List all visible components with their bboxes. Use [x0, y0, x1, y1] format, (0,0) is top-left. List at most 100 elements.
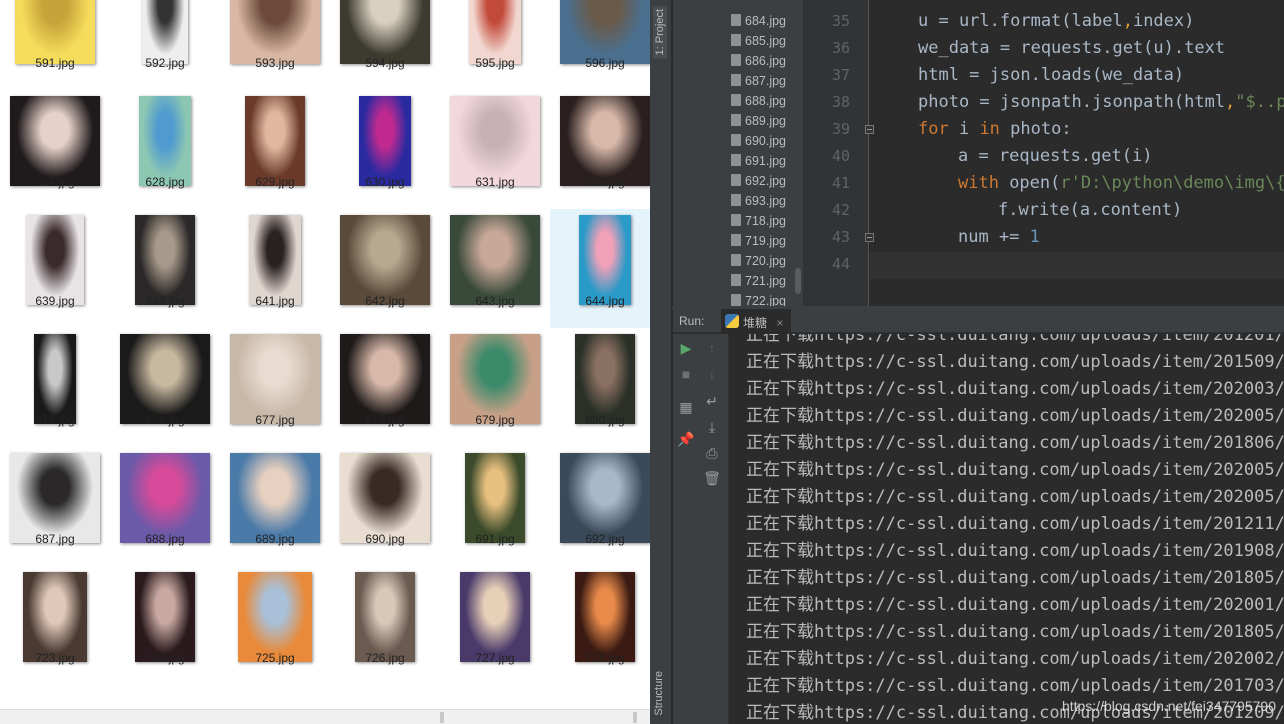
file-item[interactable]: 642.jpg	[330, 209, 440, 328]
fold-marker-icon[interactable]	[865, 125, 874, 134]
stop-icon[interactable]: ■	[677, 365, 695, 383]
project-file-item[interactable]: 688.jpg	[731, 91, 786, 111]
project-file-item[interactable]: 687.jpg	[731, 71, 786, 91]
code-line-35: u = url.format(label,index)	[918, 11, 1195, 31]
run-console-output[interactable]: 正在下载https://c-ssl.duitang.com/uploads/it…	[730, 334, 1284, 724]
run-config-tab[interactable]: 堆糖 ×	[721, 309, 792, 333]
file-item[interactable]: 678.jpg	[330, 328, 440, 447]
file-item[interactable]: 631.jpg	[440, 90, 550, 209]
arrow-down-icon[interactable]: ↓	[703, 365, 721, 383]
scrollbar-grip[interactable]	[440, 712, 444, 723]
image-thumbnail	[135, 572, 195, 662]
file-item[interactable]: 687.jpg	[0, 447, 110, 566]
file-name: 631.jpg	[475, 175, 515, 189]
project-file-item[interactable]: 689.jpg	[731, 111, 786, 131]
scroll-to-end-icon[interactable]: ⤓	[703, 418, 721, 436]
image-thumbnail	[340, 453, 430, 543]
file-item[interactable]: 690.jpg	[330, 447, 440, 566]
file-item[interactable]: 639.jpg	[0, 209, 110, 328]
file-item[interactable]: 628.jpg	[110, 90, 220, 209]
project-file-item[interactable]: 720.jpg	[731, 251, 786, 271]
file-item[interactable]: 725.jpg	[220, 566, 330, 685]
file-item[interactable]: 723.jpg	[0, 566, 110, 685]
close-icon[interactable]: ×	[776, 316, 783, 330]
project-file-item[interactable]: 693.jpg	[731, 191, 786, 211]
file-item[interactable]: 724.jpg	[110, 566, 220, 685]
image-thumbnail	[120, 453, 210, 543]
project-file-item[interactable]: 686.jpg	[731, 51, 786, 71]
project-file-item[interactable]: 685.jpg	[731, 31, 786, 51]
image-thumbnail	[560, 0, 650, 64]
line-number: 43	[831, 228, 850, 246]
project-file-item[interactable]: 718.jpg	[731, 211, 786, 231]
file-item[interactable]: 632.jpg	[550, 90, 650, 209]
file-item[interactable]: 593.jpg	[220, 0, 330, 90]
file-item[interactable]: 644.jpg	[550, 209, 650, 328]
image-thumbnail	[142, 0, 188, 64]
image-file-icon	[731, 14, 741, 26]
trash-icon[interactable]: 🗑	[703, 469, 721, 487]
project-file-item[interactable]: 684.jpg	[731, 11, 786, 31]
file-item[interactable]: 594.jpg	[330, 0, 440, 90]
project-scrollbar[interactable]	[795, 268, 801, 294]
file-item[interactable]: 641.jpg	[220, 209, 330, 328]
explorer-scrollbar[interactable]	[0, 709, 650, 724]
project-file-item[interactable]: 721.jpg	[731, 271, 786, 291]
file-item[interactable]: 727.jpg	[440, 566, 550, 685]
code-line-36: we_data = requests.get(u).text	[918, 38, 1226, 58]
file-item[interactable]: 688.jpg	[110, 447, 220, 566]
code-editor[interactable]: 35 36 37 38 39 40 41 42 43 44 u = url.format(labe…	[803, 0, 1284, 306]
file-item[interactable]: 595.jpg	[440, 0, 550, 90]
file-item[interactable]: 728.jpg	[550, 566, 650, 685]
console-line: 正在下载https://c-ssl.duitang.com/uploads/it…	[746, 487, 1284, 507]
image-thumbnail	[450, 215, 540, 305]
file-item[interactable]: 691.jpg	[440, 447, 550, 566]
file-name: 595.jpg	[475, 56, 515, 70]
file-item[interactable]: 676.jpg	[110, 328, 220, 447]
image-thumbnail	[469, 0, 521, 64]
file-item[interactable]: 627.jpg	[0, 90, 110, 209]
file-name: 592.jpg	[145, 56, 185, 70]
file-item[interactable]: 675.jpg	[0, 328, 110, 447]
line-number: 44	[831, 255, 850, 273]
layout-icon[interactable]: ▦	[677, 398, 695, 416]
file-item[interactable]: 643.jpg	[440, 209, 550, 328]
image-thumbnail	[238, 572, 312, 662]
project-file-item[interactable]: 690.jpg	[731, 131, 786, 151]
project-panel: 684.jpg 685.jpg 686.jpg 687.jpg 688.jpg 689.j…	[673, 0, 803, 308]
file-item[interactable]: 640.jpg	[110, 209, 220, 328]
project-file-item[interactable]: 719.jpg	[731, 231, 786, 251]
project-file-item[interactable]: 691.jpg	[731, 151, 786, 171]
file-name: 675.jpg	[35, 413, 75, 427]
file-name: 728.jpg	[585, 651, 625, 665]
file-item[interactable]: 680.jpg	[550, 328, 650, 447]
file-item[interactable]: 592.jpg	[110, 0, 220, 90]
pin-icon[interactable]: 📌	[677, 430, 695, 448]
arrow-up-icon[interactable]: ↑	[703, 339, 721, 357]
file-name: 641.jpg	[255, 294, 295, 308]
line-number: 40	[831, 147, 850, 165]
structure-tool-tab[interactable]: Structure	[653, 671, 665, 716]
file-name: 724.jpg	[145, 651, 185, 665]
file-name: 591.jpg	[35, 56, 75, 70]
console-line: 正在下载https://c-ssl.duitang.com/uploads/it…	[746, 541, 1284, 561]
file-item[interactable]: 679.jpg	[440, 328, 550, 447]
file-item[interactable]: 596.jpg	[550, 0, 650, 90]
file-item[interactable]: 630.jpg	[330, 90, 440, 209]
file-item[interactable]: 677.jpg	[220, 328, 330, 447]
file-item[interactable]: 629.jpg	[220, 90, 330, 209]
run-play-icon[interactable]: ▶	[677, 339, 695, 357]
scrollbar-grip[interactable]	[633, 712, 637, 723]
fold-marker-icon[interactable]	[865, 233, 874, 242]
image-file-icon	[731, 254, 741, 266]
project-tool-tab[interactable]: 1: Project	[653, 6, 667, 59]
file-name: 629.jpg	[255, 175, 295, 189]
file-name: 640.jpg	[145, 294, 185, 308]
project-file-item[interactable]: 692.jpg	[731, 171, 786, 191]
file-item[interactable]: 726.jpg	[330, 566, 440, 685]
file-item[interactable]: 692.jpg	[550, 447, 650, 566]
file-item[interactable]: 591.jpg	[0, 0, 110, 90]
print-icon[interactable]: ⎙	[703, 444, 721, 462]
soft-wrap-icon[interactable]: ↵	[703, 392, 721, 410]
file-item[interactable]: 689.jpg	[220, 447, 330, 566]
